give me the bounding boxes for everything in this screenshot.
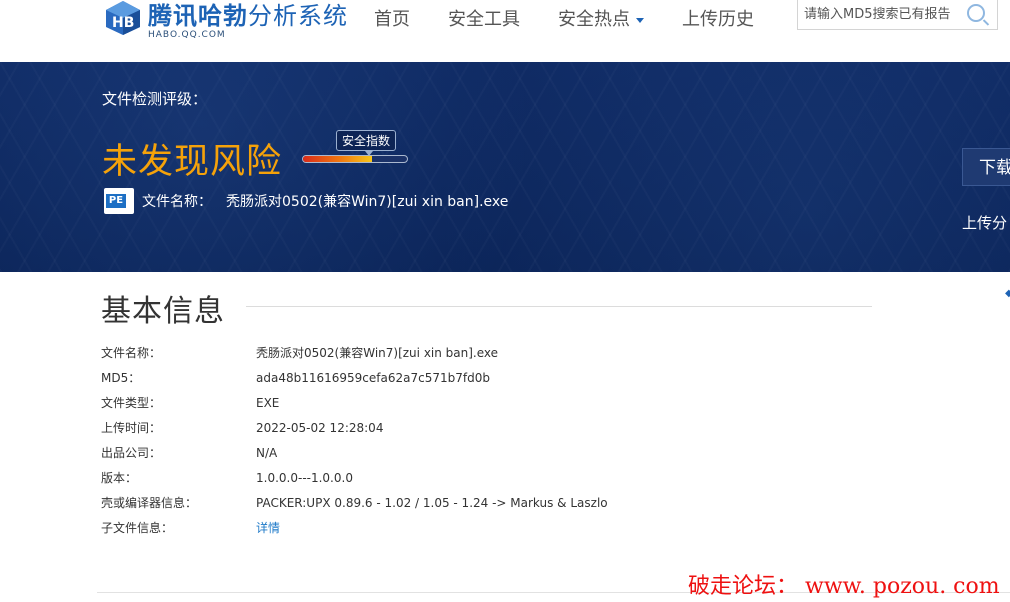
download-button[interactable]: 下载 <box>962 148 1010 186</box>
verdict-text: 未发现风险 <box>102 142 283 182</box>
info-row-version: 版本： 1.0.0.0---1.0.0.0 <box>101 470 353 486</box>
rating-label: 文件检测评级： <box>102 90 208 108</box>
info-row-file-type: 文件类型： EXE <box>101 395 280 411</box>
info-row-subfiles: 子文件信息： 详情 <box>101 519 281 536</box>
nav-security-hotspots[interactable]: 安全热点 <box>558 0 644 40</box>
section-title-basic-info: 基本信息 <box>101 294 225 329</box>
safety-score-bar <box>302 155 408 163</box>
habo-logo[interactable]: HB 腾讯哈勃分析系统 HABO.QQ.COM <box>104 0 348 44</box>
info-row-md5: MD5： ada48b11616959cefa62a7c571b7fd0b <box>101 370 490 386</box>
md5-search-input[interactable] <box>798 0 966 29</box>
upload-info-text: 上传分 <box>962 214 1008 232</box>
nav-upload-history[interactable]: 上传历史 <box>682 0 754 40</box>
watermark-text: 破走论坛： www. pozou. com <box>688 574 1000 599</box>
file-name-label: 文件名称： <box>142 194 212 210</box>
info-row-publisher: 出品公司： N/A <box>101 445 278 461</box>
md5-search-box <box>797 0 998 30</box>
nav-security-tools[interactable]: 安全工具 <box>448 0 520 40</box>
svg-text:HB: HB <box>112 15 134 31</box>
file-name-row: PE 文件名称： 秃肠派对0502(兼容Win7)[zui xin ban].e… <box>104 188 508 214</box>
habo-logo-icon: HB <box>104 0 142 36</box>
detection-banner: 文件检测评级： 未发现风险 安全指数 PE 文件名称： 秃肠派对0502(兼容W… <box>0 62 1010 272</box>
chevron-down-icon <box>636 17 644 23</box>
info-row-file-name: 文件名称： 秃肠派对0502(兼容Win7)[zui xin ban].exe <box>101 346 499 360</box>
safety-score-fill <box>303 156 372 162</box>
file-name-value: 秃肠派对0502(兼容Win7)[zui xin ban].exe <box>226 194 509 210</box>
nav-home[interactable]: 首页 <box>374 0 410 40</box>
safety-score: 安全指数 <box>302 130 410 163</box>
side-mark: ◆ <box>1005 288 1010 299</box>
top-header: HB 腾讯哈勃分析系统 HABO.QQ.COM 首页 安全工具 安全热点 上传历… <box>0 0 1010 62</box>
divider <box>246 306 872 307</box>
logo-title: 腾讯哈勃分析系统 <box>148 2 348 30</box>
basic-info-table: 文件名称： 秃肠派对0502(兼容Win7)[zui xin ban].exe … <box>101 340 608 540</box>
info-row-packer: 壳或编译器信息： PACKER:UPX 0.89.6 - 1.02 / 1.05… <box>101 495 608 511</box>
pe-file-icon: PE <box>104 188 134 214</box>
search-icon[interactable] <box>967 4 985 22</box>
subfile-details-link[interactable]: 详情 <box>256 519 280 536</box>
info-row-upload-time: 上传时间： 2022-05-02 12:28:04 <box>101 420 384 436</box>
main-nav: 首页 安全工具 安全热点 上传历史 <box>374 0 792 40</box>
safety-score-label: 安全指数 <box>336 130 397 156</box>
